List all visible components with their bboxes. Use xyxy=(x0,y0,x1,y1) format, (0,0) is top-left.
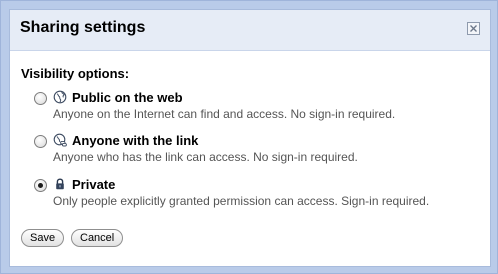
option-description: Only people explicitly granted permissio… xyxy=(53,194,430,208)
option-public-on-the-web[interactable]: Public on the web Anyone on the Internet… xyxy=(34,90,484,130)
option-description: Anyone on the Internet can find and acce… xyxy=(53,107,396,121)
globe-icon xyxy=(53,90,67,104)
visibility-options-label: Visibility options: xyxy=(21,66,130,81)
radio-public-on-the-web[interactable] xyxy=(34,92,47,105)
link-globe-icon xyxy=(53,133,67,147)
option-description: Anyone who has the link can access. No s… xyxy=(53,150,358,164)
close-icon xyxy=(470,25,477,32)
save-button[interactable]: Save xyxy=(21,229,65,247)
radio-private[interactable] xyxy=(34,179,47,192)
radio-selected-dot xyxy=(38,183,43,188)
dialog-title: Sharing settings xyxy=(20,19,146,36)
option-anyone-with-the-link[interactable]: Anyone with the link Anyone who has the … xyxy=(34,133,484,173)
close-button[interactable] xyxy=(467,22,480,35)
lock-icon xyxy=(53,177,67,191)
option-label: Public on the web xyxy=(72,90,183,105)
radio-anyone-with-the-link[interactable] xyxy=(34,135,47,148)
option-label: Private xyxy=(72,177,116,192)
dialog-frame: Sharing settings Visibility options: Pub… xyxy=(0,0,498,274)
sharing-settings-dialog: Sharing settings Visibility options: Pub… xyxy=(9,9,491,267)
option-private[interactable]: Private Only people explicitly granted p… xyxy=(34,177,484,217)
title-bar: Sharing settings xyxy=(10,10,490,51)
option-label: Anyone with the link xyxy=(72,133,199,148)
cancel-button[interactable]: Cancel xyxy=(71,229,124,247)
